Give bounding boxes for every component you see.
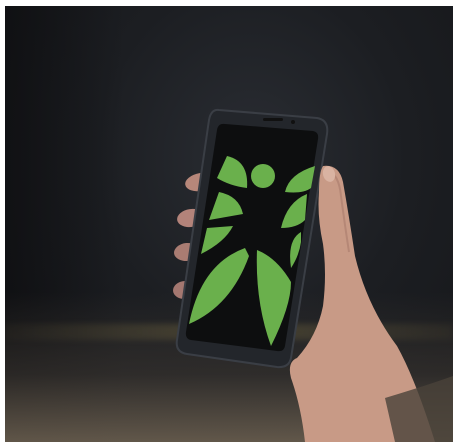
earpiece: [263, 118, 283, 121]
photo-frame: [5, 6, 453, 442]
smartphone: [175, 108, 329, 369]
phone-scene: [173, 108, 453, 442]
front-camera: [291, 120, 295, 124]
